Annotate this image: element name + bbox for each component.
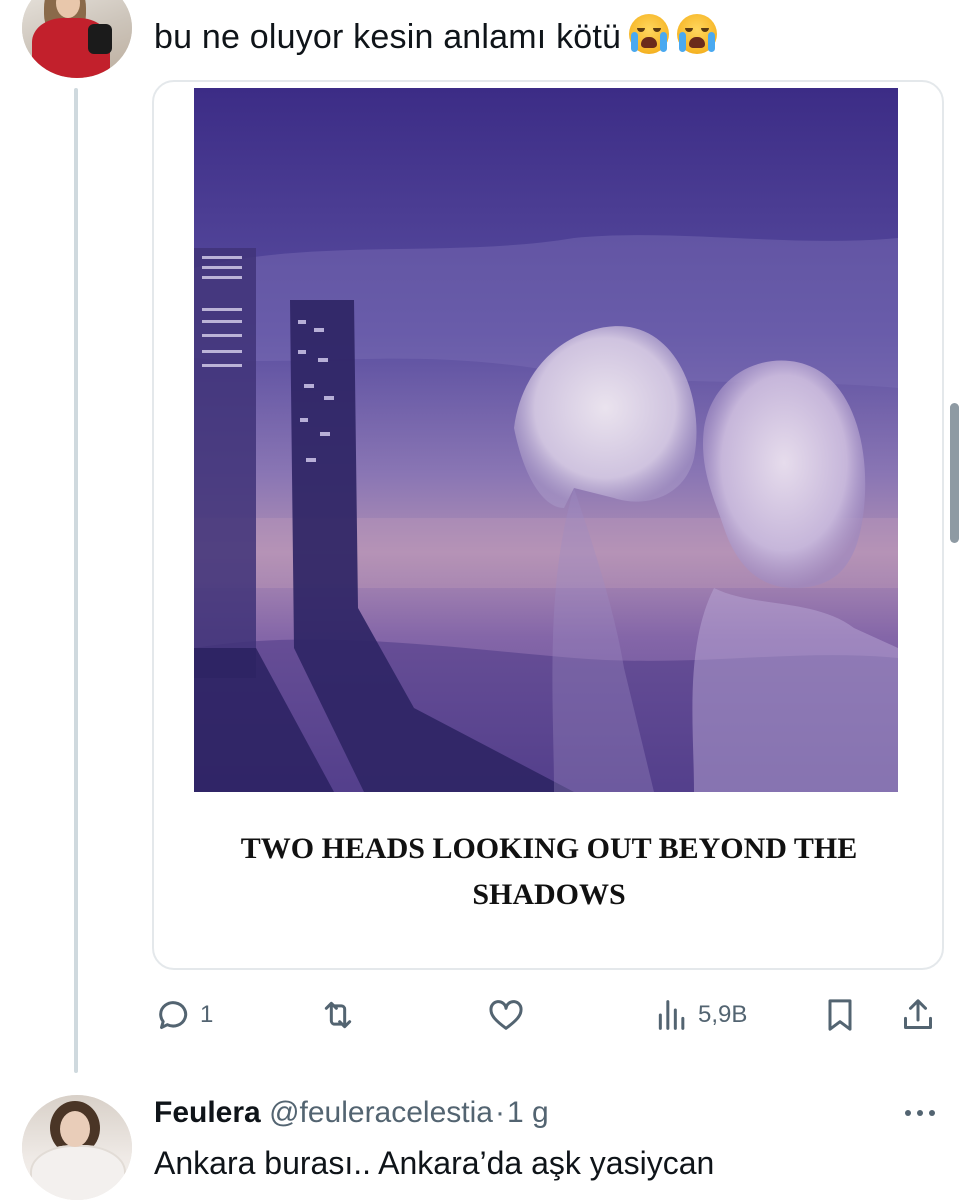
retweet-button[interactable]	[318, 990, 364, 1040]
reply-separator: ·	[494, 1096, 505, 1129]
retweet-icon	[324, 1001, 352, 1029]
link-preview-card[interactable]: TWO HEADS LOOKING OUT BEYOND THE SHADOWS	[152, 80, 944, 970]
painting-image	[194, 88, 898, 792]
analytics-icon	[658, 1000, 685, 1030]
reply-handle[interactable]: @feuleracelestia	[269, 1096, 493, 1129]
reply-icon	[159, 1001, 188, 1029]
views-button[interactable]: 5,9B	[652, 990, 747, 1040]
reply-text: Ankara burası.. Ankara’da aşk yasiycan	[154, 1145, 715, 1181]
reply-display-name[interactable]: Feulera	[154, 1096, 261, 1129]
loudly-crying-face-icon	[677, 14, 718, 54]
reply-button[interactable]: 1	[154, 990, 213, 1040]
tweet-action-bar: 1 5,9B	[152, 990, 942, 1040]
reply-header: Feulera @feuleracelestia·1 g	[154, 1093, 549, 1133]
heart-icon	[489, 1000, 523, 1030]
share-icon	[904, 999, 932, 1029]
tweet-text-body: bu ne oluyor kesin anlamı kötü	[154, 18, 622, 56]
reply-time[interactable]: 1 g	[507, 1096, 549, 1129]
card-caption: TWO HEADS LOOKING OUT BEYOND THE SHADOWS	[240, 832, 858, 911]
reply-author-avatar[interactable]	[22, 1095, 132, 1200]
more-options-icon[interactable]	[900, 1098, 940, 1128]
bookmark-icon	[828, 999, 852, 1031]
like-button[interactable]	[486, 990, 532, 1040]
share-button[interactable]	[898, 990, 938, 1040]
bookmark-button[interactable]	[820, 990, 860, 1040]
reply-count: 1	[200, 1001, 214, 1028]
views-count: 5,9B	[698, 1001, 748, 1028]
close-icon[interactable]	[892, 0, 942, 16]
thread-connector-line	[74, 88, 78, 1073]
scrollbar-thumb[interactable]	[950, 403, 959, 543]
tweet-text: bu ne oluyor kesin anlamı kötü	[154, 14, 718, 59]
loudly-crying-face-icon	[629, 14, 670, 54]
author-avatar[interactable]	[22, 0, 132, 78]
